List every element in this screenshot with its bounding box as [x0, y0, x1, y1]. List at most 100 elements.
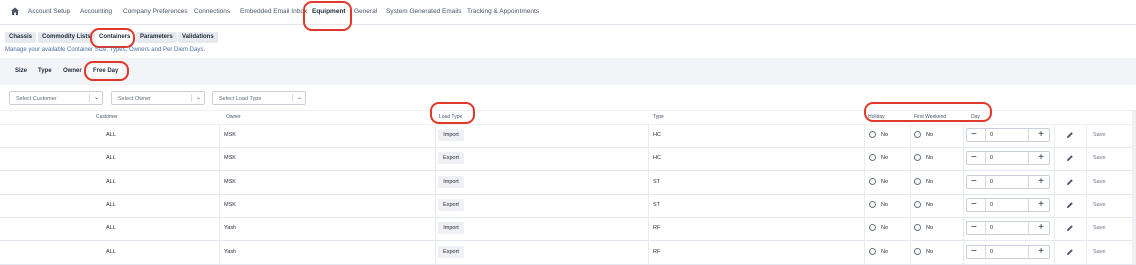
day-input[interactable]: 0 — [985, 175, 1029, 188]
holiday-label: No — [881, 132, 889, 138]
day-input[interactable]: 0 — [985, 222, 1029, 235]
cell-customer: ALL — [106, 178, 116, 185]
first-weekend-label: No — [926, 155, 934, 162]
minus-icon[interactable]: − — [971, 223, 977, 233]
pencil-icon[interactable] — [1066, 248, 1074, 256]
minus-icon[interactable]: − — [971, 246, 977, 257]
pill-type[interactable]: Type — [34, 65, 56, 77]
chevron-down-icon: ⌄ — [296, 95, 302, 101]
nav-item-tracking-appointments[interactable]: Tracking & Appointments — [467, 8, 539, 15]
minus-icon[interactable]: − — [971, 130, 977, 140]
pill-owner[interactable]: Owner — [59, 65, 86, 77]
cell-type: HC — [653, 132, 661, 138]
holiday-label: No — [881, 225, 889, 232]
day-input[interactable]: 0 — [985, 152, 1029, 165]
subtab-validations[interactable]: Validations — [178, 32, 218, 43]
holiday-radio[interactable] — [869, 177, 876, 185]
plus-icon[interactable]: + — [1038, 223, 1044, 233]
cell-type: ST — [653, 201, 661, 208]
save-button[interactable]: Save — [1093, 155, 1106, 161]
first-weekend-radio[interactable] — [914, 131, 921, 138]
nav-item-company-preferences[interactable]: Company Preferences — [123, 8, 188, 15]
cell-owner: Yash — [224, 225, 237, 232]
chevron-down-icon: ⌄ — [93, 95, 99, 101]
save-button[interactable]: Save — [1093, 179, 1106, 185]
day-stepper[interactable]: − 0 + — [966, 197, 1050, 212]
holiday-radio[interactable] — [869, 200, 876, 208]
day-stepper[interactable]: − 0 + — [966, 151, 1050, 166]
chevron-down-icon: ⌄ — [195, 95, 201, 101]
day-input[interactable]: 0 — [985, 129, 1029, 141]
select-customer[interactable]: Select Customer ⌄ — [9, 91, 103, 105]
first-weekend-radio[interactable] — [914, 224, 921, 232]
pencil-icon[interactable] — [1066, 224, 1074, 232]
day-input[interactable]: 0 — [985, 198, 1029, 211]
minus-icon[interactable]: − — [971, 153, 977, 163]
plus-icon[interactable]: + — [1038, 153, 1044, 163]
col-type: Type — [653, 114, 664, 120]
page-description: Manage your available Container Size, Ty… — [5, 47, 205, 53]
cell-type: ST — [653, 178, 661, 185]
col-owner: Owner — [226, 114, 241, 120]
plus-icon[interactable]: + — [1038, 246, 1044, 257]
day-stepper[interactable]: − 0 + — [966, 221, 1050, 236]
nav-item-embedded-email-inbox[interactable]: Embedded Email Inbox — [240, 8, 307, 15]
holiday-radio[interactable] — [869, 224, 876, 232]
first-weekend-radio[interactable] — [914, 177, 921, 185]
first-weekend-radio[interactable] — [914, 154, 921, 162]
subtab-containers[interactable]: Containers — [95, 32, 135, 43]
nav-item-general[interactable]: General — [354, 8, 377, 15]
pill-free-day[interactable]: Free Day — [89, 65, 123, 77]
minus-icon[interactable]: − — [971, 176, 977, 187]
first-weekend-radio[interactable] — [914, 200, 921, 208]
select-customer-placeholder: Select Customer — [16, 95, 57, 102]
first-weekend-label: No — [926, 225, 934, 232]
subtab-chassis[interactable]: Chassis — [5, 32, 37, 43]
pencil-icon[interactable] — [1066, 201, 1074, 209]
day-stepper[interactable]: − 0 + — [966, 174, 1050, 189]
select-load-type-placeholder: Select Load Type — [219, 95, 262, 102]
nav-item-account-setup[interactable]: Account Setup — [28, 8, 70, 15]
table-row: ALL MSK Import ST No No − 0 + Save — [0, 170, 1136, 195]
pill-size[interactable]: Size — [11, 65, 31, 77]
holiday-label: No — [881, 178, 889, 185]
day-stepper[interactable]: − 0 + — [966, 128, 1050, 142]
subtab-commodity-lists[interactable]: Commodity Lists — [38, 32, 95, 43]
select-load-type[interactable]: Select Load Type ⌄ — [212, 91, 306, 105]
cell-customer: ALL — [106, 132, 116, 138]
scrollbar[interactable] — [1132, 110, 1136, 264]
cell-owner: MSK — [224, 132, 236, 138]
col-day: Day — [971, 114, 980, 120]
day-input[interactable]: 0 — [985, 245, 1029, 258]
holiday-radio[interactable] — [869, 131, 876, 138]
table-row: ALL Yash Import RF No No − 0 + Save — [0, 217, 1136, 242]
first-weekend-radio[interactable] — [914, 247, 921, 255]
save-button[interactable]: Save — [1093, 225, 1106, 231]
nav-item-connections[interactable]: Connections — [194, 8, 230, 15]
table-row: ALL MSK Import HC No No − 0 + Save — [0, 124, 1136, 148]
pencil-icon[interactable] — [1066, 178, 1074, 186]
col-customer: Customer — [96, 114, 118, 120]
nav-item-system-generated-emails[interactable]: System Generated Emails — [386, 8, 462, 15]
pencil-icon[interactable] — [1066, 154, 1074, 162]
holiday-radio[interactable] — [869, 154, 876, 162]
load-type-badge: Import — [438, 129, 464, 141]
plus-icon[interactable]: + — [1038, 176, 1044, 187]
nav-item-accounting[interactable]: Accounting — [80, 8, 112, 15]
cell-customer: ALL — [106, 155, 116, 162]
day-stepper[interactable]: − 0 + — [966, 244, 1050, 259]
plus-icon[interactable]: + — [1038, 130, 1044, 140]
select-owner[interactable]: Select Owner ⌄ — [111, 91, 205, 105]
first-weekend-label: No — [926, 248, 934, 255]
holiday-radio[interactable] — [869, 247, 876, 255]
home-icon[interactable] — [10, 6, 20, 16]
save-button[interactable]: Save — [1093, 202, 1106, 208]
save-button[interactable]: Save — [1093, 132, 1106, 138]
nav-item-equipment[interactable]: Equipment — [312, 8, 346, 15]
subtab-parameters[interactable]: Parameters — [136, 32, 177, 43]
pencil-icon[interactable] — [1066, 131, 1074, 139]
save-button[interactable]: Save — [1093, 249, 1106, 255]
first-weekend-label: No — [926, 178, 934, 185]
minus-icon[interactable]: − — [971, 199, 977, 210]
plus-icon[interactable]: + — [1038, 199, 1044, 210]
